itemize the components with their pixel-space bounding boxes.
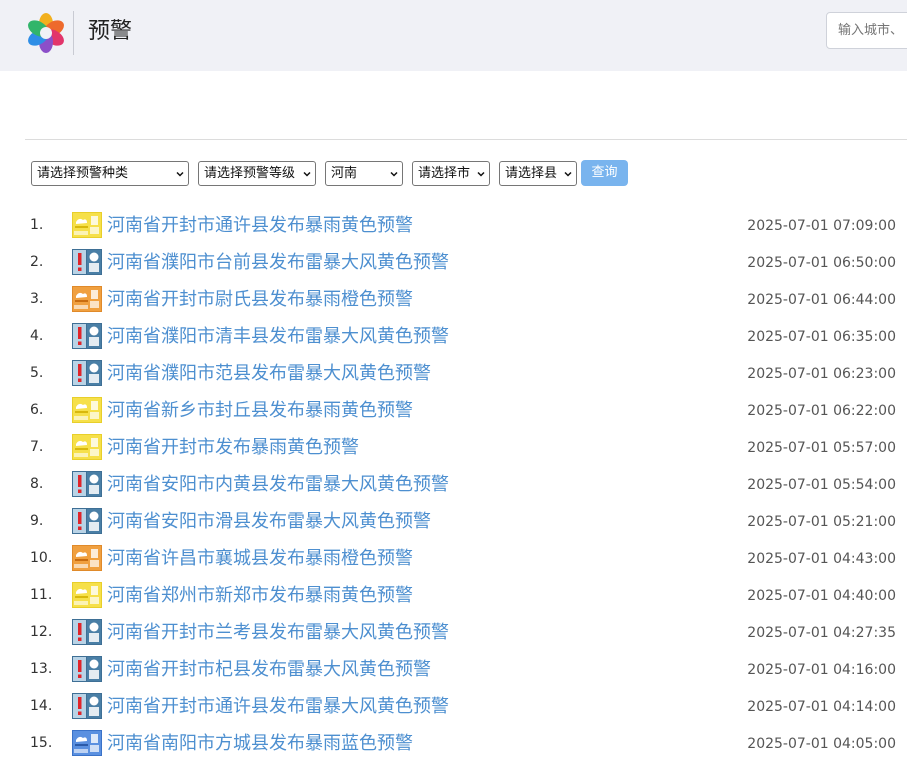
item-index: 14. bbox=[30, 698, 53, 714]
warning-title-link[interactable]: 河南省开封市尉氏县发布暴雨橙色预警 bbox=[107, 289, 413, 311]
city-search-input[interactable] bbox=[826, 12, 907, 49]
warning-list-item: 2. 河南省濮阳市台前县发布雷暴大风黄色预警 2025-07-01 06:50:00 bbox=[0, 244, 907, 281]
warning-title-link[interactable]: 河南省安阳市滑县发布雷暴大风黄色预警 bbox=[107, 511, 431, 533]
warning-title-link[interactable]: 河南省开封市通许县发布暴雨黄色预警 bbox=[107, 215, 413, 237]
warning-time: 2025-07-01 04:05:00 bbox=[747, 736, 896, 752]
warning-title-link[interactable]: 河南省开封市杞县发布雷暴大风黄色预警 bbox=[107, 659, 431, 681]
warning-time: 2025-07-01 04:27:35 bbox=[747, 625, 896, 641]
item-index: 2. bbox=[30, 254, 44, 270]
item-index: 5. bbox=[30, 365, 44, 381]
item-index: 11. bbox=[30, 587, 53, 603]
item-index: 13. bbox=[30, 661, 53, 677]
county-select[interactable]: 请选择县 bbox=[499, 161, 577, 186]
chevron-down-icon bbox=[303, 171, 311, 177]
warning-title-link[interactable]: 河南省许昌市襄城县发布暴雨橙色预警 bbox=[107, 548, 413, 570]
warning-time: 2025-07-01 06:22:00 bbox=[747, 403, 896, 419]
item-index: 12. bbox=[30, 624, 53, 640]
warning-title-link[interactable]: 河南省开封市通许县发布雷暴大风黄色预警 bbox=[107, 696, 449, 718]
warning-level-select[interactable]: 请选择预警等级 bbox=[198, 161, 316, 186]
warning-type-select-value: 请选择预警种类 bbox=[37, 166, 129, 181]
item-index: 15. bbox=[30, 735, 53, 751]
chevron-down-icon bbox=[564, 171, 572, 177]
site-logo-icon[interactable] bbox=[24, 11, 68, 55]
warning-title-link[interactable]: 河南省濮阳市台前县发布雷暴大风黄色预警 bbox=[107, 252, 449, 274]
warning-title-link[interactable]: 河南省濮阳市清丰县发布雷暴大风黄色预警 bbox=[107, 326, 449, 348]
warning-list-item: 6. 河南省新乡市封丘县发布暴雨黄色预警 2025-07-01 06:22:00 bbox=[0, 392, 907, 429]
warning-title-link[interactable]: 河南省开封市发布暴雨黄色预警 bbox=[107, 437, 359, 459]
rainstorm-yellow-icon[interactable] bbox=[72, 434, 102, 460]
thunderstorm-wind-yellow-icon[interactable] bbox=[72, 508, 102, 534]
warning-list-item: 14. 河南省开封市通许县发布雷暴大风黄色预警 2025-07-01 04:14:0… bbox=[0, 688, 907, 725]
item-index: 10. bbox=[30, 550, 53, 566]
item-index: 9. bbox=[30, 513, 44, 529]
warning-time: 2025-07-01 06:23:00 bbox=[747, 366, 896, 382]
rainstorm-yellow-icon[interactable] bbox=[72, 582, 102, 608]
thunderstorm-wind-yellow-icon[interactable] bbox=[72, 323, 102, 349]
warning-title-link[interactable]: 河南省安阳市内黄县发布雷暴大风黄色预警 bbox=[107, 474, 449, 496]
rainstorm-orange-icon[interactable] bbox=[72, 286, 102, 312]
warning-time: 2025-07-01 06:35:00 bbox=[747, 329, 896, 345]
warning-time: 2025-07-01 04:40:00 bbox=[747, 588, 896, 604]
warning-type-select[interactable]: 请选择预警种类 bbox=[31, 161, 189, 186]
content-divider bbox=[25, 139, 907, 140]
rainstorm-orange-icon[interactable] bbox=[72, 545, 102, 571]
chevron-down-icon bbox=[477, 171, 485, 177]
page-title: 预警 bbox=[88, 19, 133, 44]
county-select-value: 请选择县 bbox=[505, 166, 558, 181]
query-button[interactable]: 查询 bbox=[581, 160, 628, 186]
warning-list: 1. 河南省开封市通许县发布暴雨黄色预警 2025-07-01 07:09:00 2.… bbox=[0, 207, 907, 762]
thunderstorm-wind-yellow-icon[interactable] bbox=[72, 619, 102, 645]
rainstorm-yellow-icon[interactable] bbox=[72, 397, 102, 423]
warning-time: 2025-07-01 07:09:00 bbox=[747, 218, 896, 234]
warning-list-item: 15. 河南省南阳市方城县发布暴雨蓝色预警 2025-07-01 04:05:00 bbox=[0, 725, 907, 762]
warning-list-item: 7. 河南省开封市发布暴雨黄色预警 2025-07-01 05:57:00 bbox=[0, 429, 907, 466]
warning-time: 2025-07-01 04:43:00 bbox=[747, 551, 896, 567]
thunderstorm-wind-yellow-icon[interactable] bbox=[72, 471, 102, 497]
city-select[interactable]: 请选择市 bbox=[412, 161, 490, 186]
warning-list-item: 1. 河南省开封市通许县发布暴雨黄色预警 2025-07-01 07:09:00 bbox=[0, 207, 907, 244]
warning-list-item: 3. 河南省开封市尉氏县发布暴雨橙色预警 2025-07-01 06:44:00 bbox=[0, 281, 907, 318]
warning-time: 2025-07-01 04:14:00 bbox=[747, 699, 896, 715]
warning-list-item: 13. 河南省开封市杞县发布雷暴大风黄色预警 2025-07-01 04:16:00 bbox=[0, 651, 907, 688]
item-index: 6. bbox=[30, 402, 44, 418]
warning-time: 2025-07-01 06:44:00 bbox=[747, 292, 896, 308]
warning-title-link[interactable]: 河南省开封市兰考县发布雷暴大风黄色预警 bbox=[107, 622, 449, 644]
top-header: 预警 bbox=[0, 0, 907, 71]
warning-title-link[interactable]: 河南省濮阳市范县发布雷暴大风黄色预警 bbox=[107, 363, 431, 385]
warning-title-link[interactable]: 河南省南阳市方城县发布暴雨蓝色预警 bbox=[107, 733, 413, 755]
thunderstorm-wind-yellow-icon[interactable] bbox=[72, 693, 102, 719]
chevron-down-icon bbox=[390, 171, 398, 177]
thunderstorm-wind-yellow-icon[interactable] bbox=[72, 656, 102, 682]
city-select-value: 请选择市 bbox=[418, 166, 471, 181]
province-select-value: 河南 bbox=[331, 166, 358, 181]
item-index: 8. bbox=[30, 476, 44, 492]
item-index: 1. bbox=[30, 217, 44, 233]
warning-level-select-value: 请选择预警等级 bbox=[204, 166, 296, 181]
item-index: 7. bbox=[30, 439, 44, 455]
thunderstorm-wind-yellow-icon[interactable] bbox=[72, 360, 102, 386]
thunderstorm-wind-yellow-icon[interactable] bbox=[72, 249, 102, 275]
warning-list-item: 5. 河南省濮阳市范县发布雷暴大风黄色预警 2025-07-01 06:23:00 bbox=[0, 355, 907, 392]
warning-time: 2025-07-01 04:16:00 bbox=[747, 662, 896, 678]
warning-list-item: 9. 河南省安阳市滑县发布雷暴大风黄色预警 2025-07-01 05:21:00 bbox=[0, 503, 907, 540]
warning-time: 2025-07-01 05:21:00 bbox=[747, 514, 896, 530]
warning-list-item: 10. 河南省许昌市襄城县发布暴雨橙色预警 2025-07-01 04:43:00 bbox=[0, 540, 907, 577]
warning-title-link[interactable]: 河南省郑州市新郑市发布暴雨黄色预警 bbox=[107, 585, 413, 607]
rainstorm-yellow-icon[interactable] bbox=[72, 212, 102, 238]
rainstorm-blue-icon[interactable] bbox=[72, 730, 102, 756]
item-index: 3. bbox=[30, 291, 44, 307]
warning-list-item: 11. 河南省郑州市新郑市发布暴雨黄色预警 2025-07-01 04:40:00 bbox=[0, 577, 907, 614]
chevron-down-icon bbox=[176, 171, 184, 177]
warning-time: 2025-07-01 06:50:00 bbox=[747, 255, 896, 271]
warning-title-link[interactable]: 河南省新乡市封丘县发布暴雨黄色预警 bbox=[107, 400, 413, 422]
province-select[interactable]: 河南 bbox=[325, 161, 403, 186]
header-divider bbox=[73, 11, 74, 55]
warning-list-item: 4. 河南省濮阳市清丰县发布雷暴大风黄色预警 2025-07-01 06:35:00 bbox=[0, 318, 907, 355]
warning-list-item: 12. 河南省开封市兰考县发布雷暴大风黄色预警 2025-07-01 04:27:3… bbox=[0, 614, 907, 651]
warning-time: 2025-07-01 05:57:00 bbox=[747, 440, 896, 456]
warning-time: 2025-07-01 05:54:00 bbox=[747, 477, 896, 493]
warning-list-item: 8. 河南省安阳市内黄县发布雷暴大风黄色预警 2025-07-01 05:54:00 bbox=[0, 466, 907, 503]
item-index: 4. bbox=[30, 328, 44, 344]
